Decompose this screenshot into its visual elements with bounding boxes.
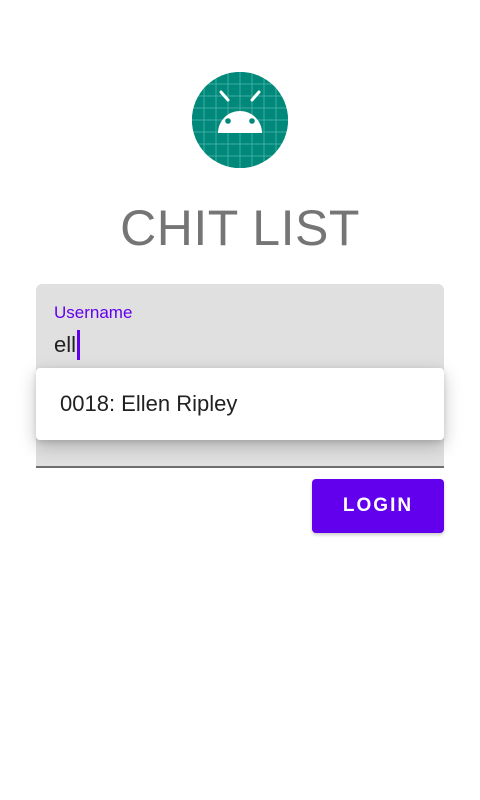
username-input[interactable]: ell <box>54 330 81 360</box>
login-screen: CHIT LIST Username ell 0018: Ellen Riple… <box>0 0 480 800</box>
username-value: ell <box>54 332 77 357</box>
autocomplete-suggestion[interactable]: 0018: Ellen Ripley <box>60 390 237 418</box>
android-icon <box>192 72 288 168</box>
login-button[interactable]: LOGIN <box>312 479 444 533</box>
username-label: Username <box>54 303 133 322</box>
app-title: CHIT LIST <box>120 200 360 256</box>
text-cursor <box>77 330 81 360</box>
autocomplete-dropdown: 0018: Ellen Ripley <box>36 368 444 440</box>
